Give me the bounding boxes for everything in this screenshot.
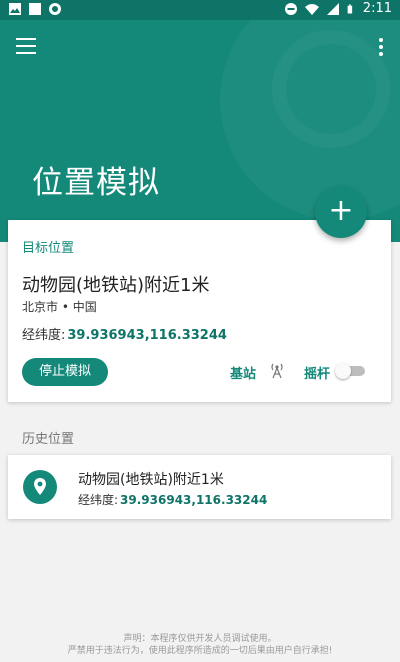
coord-value: 39.936943,116.33244 xyxy=(67,328,227,343)
history-place-name: 动物园(地铁站)附近1米 xyxy=(78,472,224,488)
disclaimer-line-1: 声明：本程序仅供开发人员调试使用。 xyxy=(123,634,277,644)
location-pin-icon xyxy=(23,470,57,504)
joystick-toggle[interactable] xyxy=(335,363,367,379)
circle-icon xyxy=(49,3,61,15)
square-icon xyxy=(29,3,41,15)
battery-icon xyxy=(347,4,352,13)
target-place-name: 动物园(地铁站)附近1米 xyxy=(22,275,210,296)
page-title: 位置模拟 xyxy=(32,165,160,201)
target-coordinates: 经纬度: 39.936943,116.33244 xyxy=(22,324,227,343)
base-station-label[interactable]: 基站 xyxy=(230,363,256,382)
history-section-label: 历史位置 xyxy=(22,432,75,447)
target-section-label: 目标位置 xyxy=(22,241,75,256)
hamburger-menu-icon[interactable] xyxy=(16,38,36,56)
target-location-card: 目标位置 动物园(地铁站)附近1米 北京市 • 中国 经纬度: 39.936943… xyxy=(8,220,391,402)
antenna-icon[interactable] xyxy=(268,361,286,379)
status-left-icons xyxy=(8,2,62,16)
history-coordinates: 经纬度: 39.936943,116.33244 xyxy=(78,491,267,508)
status-bar: 2:11 xyxy=(0,0,400,20)
more-vert-icon[interactable] xyxy=(376,38,386,58)
signal-icon xyxy=(326,2,339,15)
add-location-button[interactable]: + xyxy=(315,186,367,238)
image-icon xyxy=(9,3,21,15)
header-decoration-ring xyxy=(272,30,390,148)
disclaimer-line-2: 严禁用于违法行为，使用此程序所造成的一切后果由用户自行承担! xyxy=(67,646,333,656)
status-right-icons: 2:11 xyxy=(284,1,392,16)
wifi-icon xyxy=(304,3,319,15)
dnd-icon xyxy=(284,2,297,15)
coord-value: 39.936943,116.33244 xyxy=(120,493,268,507)
history-list-item[interactable]: 动物园(地铁站)附近1米 经纬度: 39.936943,116.33244 xyxy=(8,455,391,519)
coord-label: 经纬度: xyxy=(78,493,119,507)
joystick-label: 摇杆 xyxy=(304,367,331,382)
stop-simulation-button[interactable]: 停止模拟 xyxy=(22,358,108,386)
status-time: 2:11 xyxy=(362,1,392,16)
toggle-thumb xyxy=(335,363,351,379)
disclaimer-text: 声明：本程序仅供开发人员调试使用。 严禁用于违法行为，使用此程序所造成的一切后果… xyxy=(0,633,400,657)
coord-label: 经纬度: xyxy=(22,328,66,343)
target-place-region: 北京市 • 中国 xyxy=(22,300,97,314)
